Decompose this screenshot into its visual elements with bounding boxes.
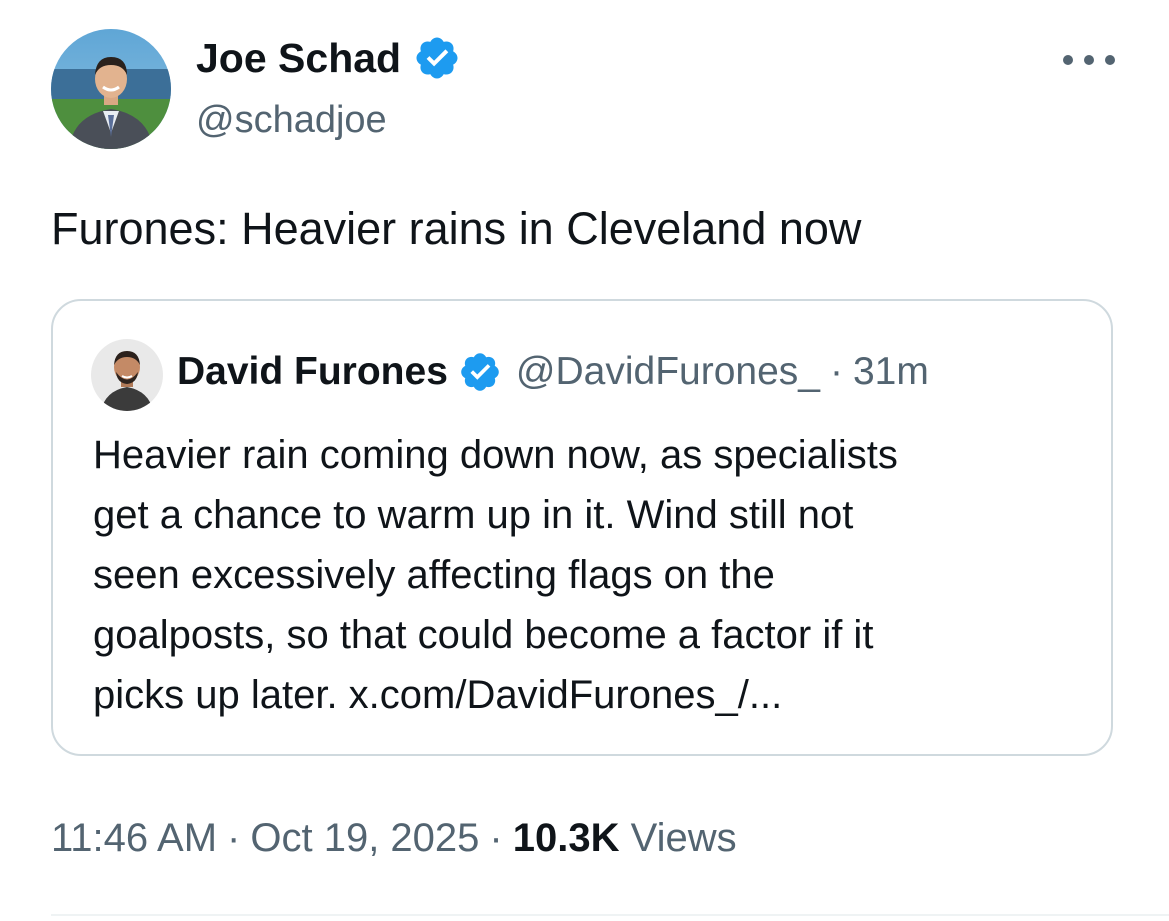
author-avatar-image bbox=[51, 29, 171, 149]
views-count: 10.3K bbox=[512, 816, 620, 860]
author-name-row[interactable]: Joe Schad bbox=[196, 33, 461, 83]
divider bbox=[51, 914, 1169, 916]
quote-text: Heavier rain coming down now, as special… bbox=[93, 425, 1093, 725]
more-horizontal-icon bbox=[1084, 55, 1094, 65]
author-name[interactable]: Joe Schad bbox=[196, 33, 401, 83]
quote-text-line: Heavier rain coming down now, as special… bbox=[93, 433, 898, 477]
quoted-tweet-card[interactable]: David Furones @DavidFurones_ · 31m Heavi… bbox=[51, 299, 1113, 756]
more-horizontal-icon bbox=[1105, 55, 1115, 65]
quote-author-avatar[interactable] bbox=[91, 339, 163, 411]
quote-text-line: seen excessively affecting flags on the bbox=[93, 553, 775, 597]
quote-separator: · bbox=[829, 350, 843, 393]
meta-separator: · bbox=[489, 816, 503, 860]
tweet-meta: 11:46 AM · Oct 19, 2025 · 10.3K Views bbox=[51, 810, 737, 866]
meta-separator: · bbox=[227, 816, 241, 860]
author-handle[interactable]: @schadjoe bbox=[196, 96, 387, 144]
quote-header: David Furones @DavidFurones_ · 31m bbox=[177, 347, 929, 397]
verified-badge-icon bbox=[458, 350, 502, 394]
quote-text-line: goalposts, so that could become a factor… bbox=[93, 613, 874, 657]
quote-text-line: picks up later. x.com/DavidFurones_/... bbox=[93, 673, 783, 717]
tweet-time[interactable]: 11:46 AM bbox=[51, 816, 217, 860]
tweet-date[interactable]: Oct 19, 2025 bbox=[250, 816, 479, 860]
tweet-text: Furones: Heavier rains in Cleveland now bbox=[51, 203, 862, 254]
author-avatar[interactable] bbox=[51, 29, 171, 149]
more-options-button[interactable] bbox=[1063, 45, 1115, 75]
quote-timestamp[interactable]: 31m bbox=[853, 347, 929, 397]
quote-author-name[interactable]: David Furones bbox=[177, 347, 448, 397]
quote-author-avatar-image bbox=[91, 339, 163, 411]
verified-badge-icon bbox=[413, 34, 461, 82]
quote-text-line: get a chance to warm up in it. Wind stil… bbox=[93, 493, 854, 537]
more-horizontal-icon bbox=[1063, 55, 1073, 65]
views-label: Views bbox=[630, 816, 737, 860]
quote-author-handle[interactable]: @DavidFurones_ bbox=[516, 347, 820, 397]
